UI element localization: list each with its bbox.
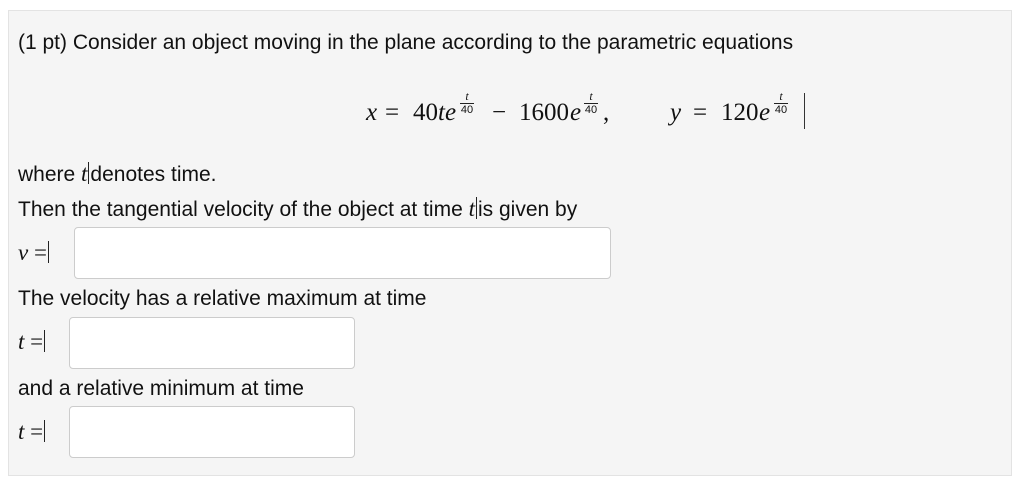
equals-sign: = [33,240,47,265]
t-variable: t [18,329,25,354]
equals-sign: = [30,329,44,354]
x-variable: x [366,99,378,126]
exponent-denominator: 40 [774,104,788,116]
exponent-numerator: t [779,89,783,103]
x-term1-coefficient: 40 [413,99,438,126]
cursor-mark [476,197,477,219]
y-variable: y [670,99,682,126]
tmin-label: t = [18,419,46,445]
minus-sign: − [492,99,507,126]
cursor-mark [44,420,46,442]
tmax-label: t = [18,329,46,355]
cursor-mark [47,241,49,263]
tmax-answer-input[interactable] [69,317,355,369]
where-prefix: where [18,163,82,186]
where-line: where t denotes time. [18,161,217,188]
exponent-denominator: 40 [584,104,598,116]
x-term2-variable: e [570,99,582,126]
then-variable: t [468,196,475,221]
then-line: Then the tangential velocity of the obje… [18,196,577,223]
x-exponent1: t 40 [460,89,474,116]
exponent-denominator: 40 [460,104,474,116]
where-suffix: denotes time. [90,163,217,186]
x-exponent2: t 40 [584,89,598,116]
equals-sign-x: = [385,99,400,126]
y-coefficient: 120 [721,99,759,126]
relative-min-text: and a relative minimum at time [18,377,304,400]
y-exponent: t 40 [774,89,788,116]
where-variable: t [81,161,88,186]
cursor-mark [44,330,46,352]
x-term1-variable: te [438,99,457,126]
t-variable: t [18,419,25,444]
problem-panel: (1 pt) Consider an object moving in the … [8,10,1012,476]
exponent-numerator: t [465,89,469,103]
tmin-answer-input[interactable] [69,406,355,458]
exponent-numerator: t [589,89,593,103]
problem-intro: (1 pt) Consider an object moving in the … [18,31,794,54]
equals-sign: = [30,419,44,444]
text-cursor [804,93,805,129]
parametric-equations: x = 40 te t 40 − 1600 e t 40 , y = 120 e… [9,89,1013,139]
velocity-answer-input[interactable] [74,227,611,279]
equals-sign-y: = [693,99,708,126]
then-prefix: Then the tangential velocity of the obje… [18,198,469,221]
y-variable-e: e [759,99,771,126]
v-variable: v [18,240,29,265]
relative-max-text: The velocity has a relative maximum at t… [18,287,427,310]
then-suffix: is given by [478,198,578,221]
x-term2-coefficient: 1600 [519,99,569,126]
comma: , [603,99,610,126]
velocity-label: v = [18,240,50,266]
